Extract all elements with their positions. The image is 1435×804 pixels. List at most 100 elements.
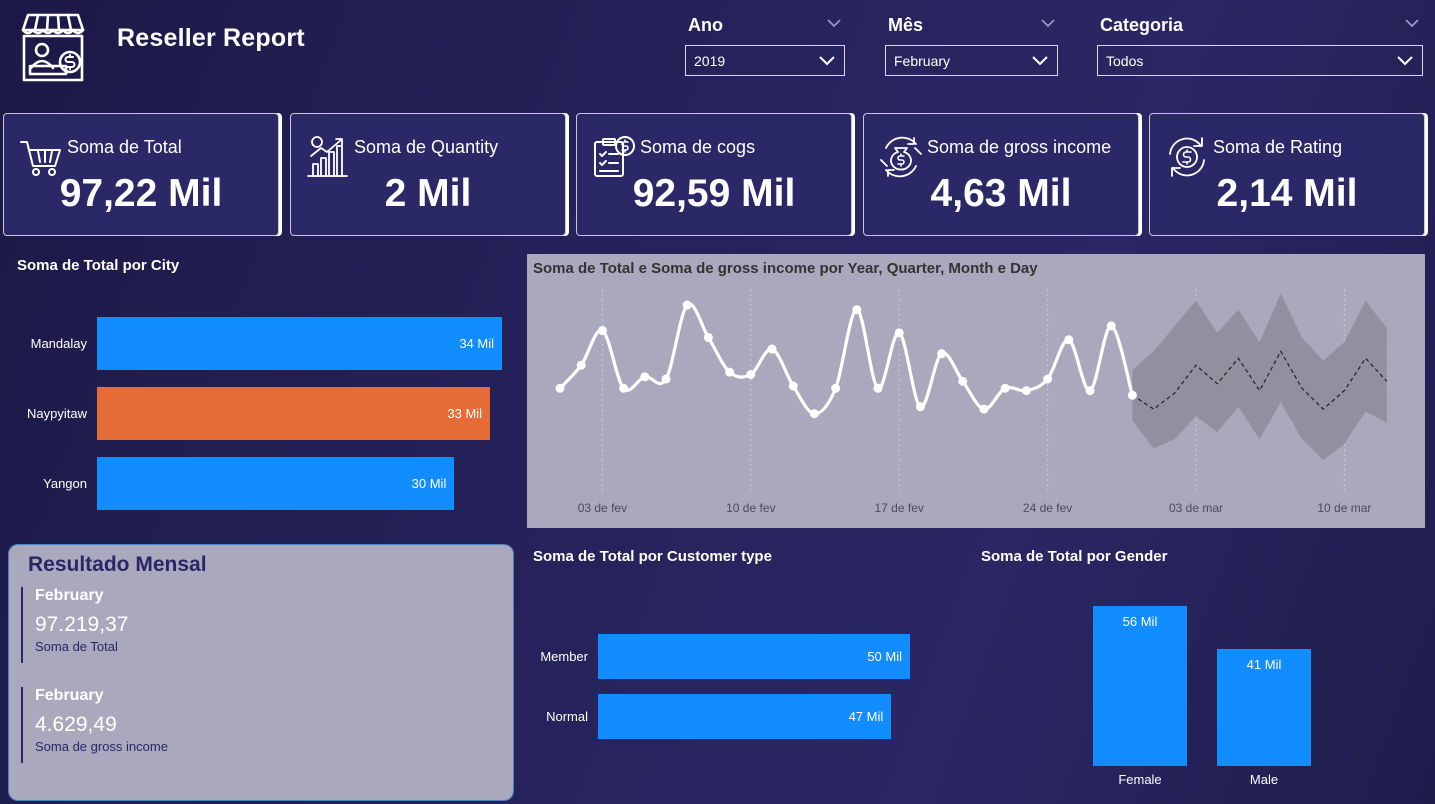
kpi-value: 92,59 Mil — [632, 172, 796, 215]
result-caption: Soma de Total — [35, 639, 118, 654]
chevron-down-icon — [819, 56, 835, 66]
kpi-label: Soma de Quantity — [354, 137, 499, 157]
column-bar[interactable]: 56 Mil — [1093, 606, 1187, 766]
data-point[interactable] — [640, 372, 650, 382]
bar[interactable]: 30 Mil — [97, 457, 455, 510]
bar-value-label: 41 Mil — [1246, 656, 1282, 672]
store-seller-icon — [20, 12, 86, 82]
city-chart-title: Soma de Total por City — [17, 257, 180, 274]
bar[interactable]: 50 Mil — [598, 634, 910, 679]
bar-value-label: 47 Mil — [848, 708, 884, 724]
result-value: 97.219,37 — [35, 613, 129, 636]
slicer-mes-label: Mês — [888, 15, 924, 35]
customer-chart-title: Soma de Total por Customer type — [533, 548, 772, 565]
bar[interactable]: 33 Mil — [97, 387, 491, 440]
kpi-card-quantity[interactable]: Soma de Quantity 2 Mil — [290, 113, 566, 236]
kpi-card-rating[interactable]: Soma de Rating 2,14 Mil — [1149, 113, 1425, 236]
data-point[interactable] — [937, 349, 947, 359]
chevron-down-icon[interactable] — [1404, 18, 1420, 28]
x-tick-label: 17 de fev — [875, 501, 924, 515]
x-tick-label: 10 de mar — [1317, 501, 1371, 515]
data-point[interactable] — [788, 381, 798, 391]
line-chart-panel[interactable]: Soma de Total e Soma de gross income por… — [527, 254, 1425, 528]
kpi-label: Soma de cogs — [640, 137, 756, 157]
chevron-down-icon — [1032, 56, 1048, 66]
kpi-card-total[interactable]: Soma de Total 97,22 Mil — [3, 113, 279, 236]
bar-value-label: 56 Mil — [1122, 614, 1158, 629]
x-tick-label: 03 de mar — [1169, 501, 1223, 515]
bar[interactable]: 47 Mil — [598, 694, 892, 739]
slicer-mes-value: February — [894, 52, 951, 69]
data-point[interactable] — [873, 383, 883, 393]
result-total-block: February 97.219,37 Soma de Total — [21, 587, 321, 663]
slicer-categoria-label: Categoria — [1100, 15, 1184, 35]
kpi-value: 2,14 Mil — [1216, 172, 1358, 215]
bar-category-label: Female — [1118, 772, 1162, 787]
x-tick-label: 10 de fev — [726, 501, 775, 515]
slicer-ano-value: 2019 — [694, 52, 726, 69]
data-point[interactable] — [915, 402, 925, 412]
data-point[interactable] — [703, 332, 713, 342]
result-caption: Soma de gross income — [35, 739, 168, 754]
data-point[interactable] — [682, 300, 692, 310]
bar-category-label: Normal — [546, 708, 588, 724]
kpi-value: 4,63 Mil — [930, 172, 1072, 215]
chevron-down-icon[interactable] — [826, 18, 842, 28]
slicer-ano-dropdown[interactable]: 2019 — [685, 45, 845, 76]
slicer-categoria-value: Todos — [1106, 52, 1144, 69]
slicer-mes-dropdown[interactable]: February — [885, 45, 1058, 76]
data-point[interactable] — [1127, 390, 1137, 400]
bar-value-label: 33 Mil — [447, 405, 483, 421]
data-point[interactable] — [767, 344, 777, 354]
data-point[interactable] — [746, 369, 756, 379]
x-tick-label: 03 de fev — [578, 501, 627, 515]
series-line — [558, 302, 1134, 416]
data-point[interactable] — [809, 409, 819, 419]
monthly-result-title: Resultado Mensal — [28, 553, 207, 576]
kpi-value: 97,22 Mil — [59, 172, 223, 215]
data-point[interactable] — [597, 326, 607, 336]
bar-category-label: Member — [540, 648, 588, 664]
bar-category-label: Yangon — [43, 475, 87, 491]
kpi-label: Soma de Rating — [1213, 137, 1343, 157]
bar-category-label: Male — [1249, 772, 1279, 787]
city-bar-chart[interactable]: Mandalay 34 Mil Naypyitaw 33 Mil Yangon 30 Mi… — [0, 300, 520, 530]
data-point[interactable] — [661, 374, 671, 384]
data-point[interactable] — [725, 367, 735, 377]
bar[interactable]: 34 Mil — [97, 317, 502, 370]
data-point[interactable] — [979, 404, 989, 414]
line-chart[interactable]: 03 de fev 10 de fev 17 de fev 24 de fev 03 d… — [527, 254, 1425, 528]
chevron-down-icon — [1397, 56, 1413, 66]
bar-value-label: 30 Mil — [411, 475, 447, 491]
data-point[interactable] — [1085, 386, 1095, 396]
chevron-down-icon[interactable] — [1040, 18, 1056, 28]
gender-column-chart[interactable]: 56 Mil Female 41 Mil Male — [1060, 590, 1360, 800]
x-tick-label: 24 de fev — [1023, 501, 1072, 515]
gender-chart-title: Soma de Total por Gender — [981, 548, 1168, 565]
data-point[interactable] — [1021, 386, 1031, 396]
data-point[interactable] — [1106, 321, 1116, 331]
kpi-card-gross-income[interactable]: Soma de gross income 4,63 Mil — [863, 113, 1139, 236]
data-point[interactable] — [1043, 374, 1053, 384]
data-point[interactable] — [1064, 335, 1074, 345]
data-point[interactable] — [852, 305, 862, 315]
data-point[interactable] — [894, 328, 904, 338]
data-point[interactable] — [1000, 383, 1010, 393]
result-month: February — [35, 587, 104, 604]
data-point[interactable] — [958, 376, 968, 386]
kpi-label: Soma de Total — [67, 137, 182, 157]
kpi-label: Soma de gross income — [927, 137, 1112, 157]
bar-category-label: Naypyitaw — [27, 405, 87, 421]
kpi-card-cogs[interactable]: Soma de cogs 92,59 Mil — [576, 113, 852, 236]
result-gross-income-block: February 4.629,49 Soma de gross income — [21, 687, 321, 763]
forecast-band — [1132, 293, 1387, 460]
customer-bar-chart[interactable]: Member 50 Mil Normal 47 Mil — [520, 620, 950, 760]
data-point[interactable] — [555, 383, 565, 393]
column-bar[interactable]: 41 Mil — [1217, 648, 1311, 766]
slicer-categoria-dropdown[interactable]: Todos — [1097, 45, 1423, 76]
result-value: 4.629,49 — [35, 713, 117, 736]
data-point[interactable] — [831, 383, 841, 393]
bar-value-label: 34 Mil — [459, 335, 494, 351]
data-point[interactable] — [576, 360, 586, 370]
data-point[interactable] — [619, 383, 629, 393]
